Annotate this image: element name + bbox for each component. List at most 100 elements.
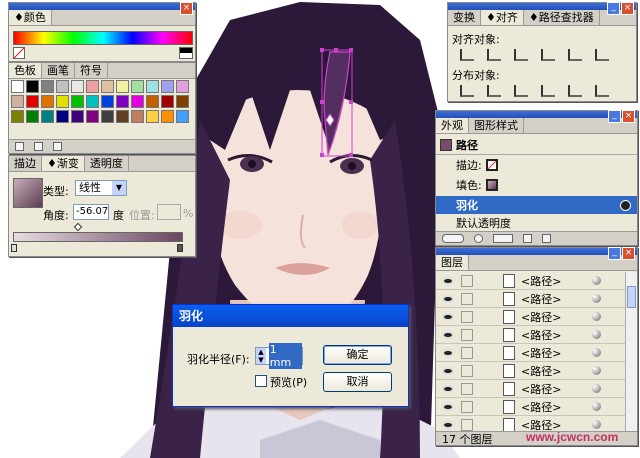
panel-titlebar[interactable]: _ ×	[448, 2, 636, 15]
lock-toggle[interactable]	[461, 382, 473, 395]
tab-gradient[interactable]: ♦渐变	[42, 156, 85, 171]
layer-row[interactable]: <路径>	[436, 326, 625, 344]
color-swatch[interactable]	[71, 80, 84, 93]
color-swatch[interactable]	[56, 95, 69, 108]
reduce-appearance-icon[interactable]	[493, 234, 513, 243]
tab-swatches[interactable]: 色板	[9, 63, 42, 78]
panel-titlebar[interactable]: _ ×	[436, 110, 637, 123]
color-swatch[interactable]	[146, 110, 159, 123]
color-swatch[interactable]	[116, 110, 129, 123]
minimize-icon[interactable]: _	[608, 110, 621, 123]
minimize-icon[interactable]: _	[608, 247, 621, 260]
tab-transparency[interactable]: 透明度	[85, 156, 129, 171]
eye-icon[interactable]	[442, 384, 454, 393]
layer-row[interactable]: <路径>	[436, 380, 625, 398]
color-swatch[interactable]	[101, 80, 114, 93]
layer-row[interactable]: <路径>	[436, 272, 625, 290]
target-icon[interactable]	[592, 366, 601, 375]
align-bottom-icon[interactable]	[593, 47, 609, 61]
swatch-grid[interactable]	[11, 80, 195, 140]
target-icon[interactable]	[592, 294, 601, 303]
new-swatch-icon[interactable]	[34, 142, 43, 151]
align-top-icon[interactable]	[539, 47, 555, 61]
layer-row[interactable]: <路径>	[436, 290, 625, 308]
ok-button[interactable]: 确定	[323, 345, 392, 365]
tab-brushes[interactable]: 画笔	[42, 63, 75, 78]
layers-scrollbar[interactable]	[625, 272, 637, 432]
feather-radius-input[interactable]: ▲ ▼ 1 mm	[255, 343, 303, 369]
duplicate-item-icon[interactable]	[523, 234, 532, 243]
distribute-bottom-icon[interactable]	[512, 83, 528, 97]
gradient-stop-right[interactable]	[177, 244, 183, 252]
color-swatch[interactable]	[11, 110, 24, 123]
distribute-vcenter-icon[interactable]	[485, 83, 501, 97]
close-icon[interactable]: ×	[622, 110, 635, 123]
distribute-top-icon[interactable]	[458, 83, 474, 97]
clear-appearance-icon[interactable]	[474, 234, 483, 243]
minimize-icon[interactable]: _	[607, 2, 620, 15]
appearance-opacity-row[interactable]: 默认透明度	[436, 215, 637, 231]
type-select[interactable]: 线性 ▼	[75, 180, 127, 196]
color-swatch[interactable]	[86, 110, 99, 123]
align-hcenter-icon[interactable]	[485, 47, 501, 61]
color-swatch[interactable]	[71, 95, 84, 108]
color-swatch[interactable]	[176, 80, 189, 93]
gradient-slider[interactable]	[13, 232, 183, 242]
appearance-fill-row[interactable]: 填色:	[436, 176, 637, 194]
target-icon[interactable]	[592, 330, 601, 339]
black-white-strip[interactable]	[179, 47, 193, 59]
tab-appearance[interactable]: 外观	[436, 118, 469, 133]
eye-icon[interactable]	[442, 312, 454, 321]
color-swatch[interactable]	[26, 80, 39, 93]
target-icon[interactable]	[592, 348, 601, 357]
color-swatch[interactable]	[146, 80, 159, 93]
color-swatch[interactable]	[161, 110, 174, 123]
distribute-right-icon[interactable]	[593, 83, 609, 97]
location-input[interactable]	[157, 204, 181, 220]
stepper-icon[interactable]: ▲ ▼	[256, 348, 266, 364]
layer-row[interactable]: <路径>	[436, 362, 625, 380]
tab-align[interactable]: ♦对齐	[481, 10, 524, 25]
close-icon[interactable]: ×	[621, 2, 634, 15]
panel-titlebar[interactable]: _ ×	[436, 247, 637, 260]
effect-fx-icon[interactable]	[620, 199, 631, 211]
midpoint-diamond[interactable]	[73, 222, 83, 232]
tab-symbols[interactable]: 符号	[75, 63, 108, 78]
color-spectrum[interactable]	[13, 31, 193, 45]
dialog-title[interactable]: 羽化	[173, 305, 408, 327]
lock-toggle[interactable]	[461, 292, 473, 305]
show-swatch-kinds-icon[interactable]	[15, 142, 24, 151]
distribute-hcenter-icon[interactable]	[566, 83, 582, 97]
color-swatch[interactable]	[41, 95, 54, 108]
align-left-icon[interactable]	[458, 47, 474, 61]
scroll-thumb[interactable]	[627, 286, 636, 308]
color-swatch[interactable]	[176, 95, 189, 108]
color-swatch[interactable]	[86, 95, 99, 108]
color-swatch[interactable]	[11, 80, 24, 93]
none-swatch[interactable]	[13, 47, 25, 59]
eye-icon[interactable]	[442, 294, 454, 303]
eye-icon[interactable]	[442, 420, 454, 429]
eye-icon[interactable]	[442, 366, 454, 375]
color-swatch[interactable]	[161, 95, 174, 108]
color-swatch[interactable]	[131, 110, 144, 123]
color-swatch[interactable]	[26, 95, 39, 108]
gradient-stop-left[interactable]	[11, 244, 17, 252]
appearance-object-row[interactable]: 路径	[436, 135, 637, 155]
layer-row[interactable]: <路径>	[436, 344, 625, 362]
eye-icon[interactable]	[442, 402, 454, 411]
close-icon[interactable]: ×	[622, 247, 635, 260]
eye-icon[interactable]	[442, 348, 454, 357]
lock-toggle[interactable]	[461, 328, 473, 341]
chevron-down-icon[interactable]: ▼	[112, 181, 126, 195]
color-swatch[interactable]	[116, 95, 129, 108]
color-swatch[interactable]	[101, 95, 114, 108]
color-swatch[interactable]	[41, 110, 54, 123]
color-swatch[interactable]	[146, 95, 159, 108]
cancel-button[interactable]: 取消	[323, 372, 392, 392]
tab-graphic-styles[interactable]: 图形样式	[469, 118, 524, 133]
preview-checkbox[interactable]	[255, 375, 267, 387]
layer-row[interactable]: <路径>	[436, 398, 625, 416]
lock-toggle[interactable]	[461, 310, 473, 323]
angle-input[interactable]: -56.07	[73, 204, 109, 220]
